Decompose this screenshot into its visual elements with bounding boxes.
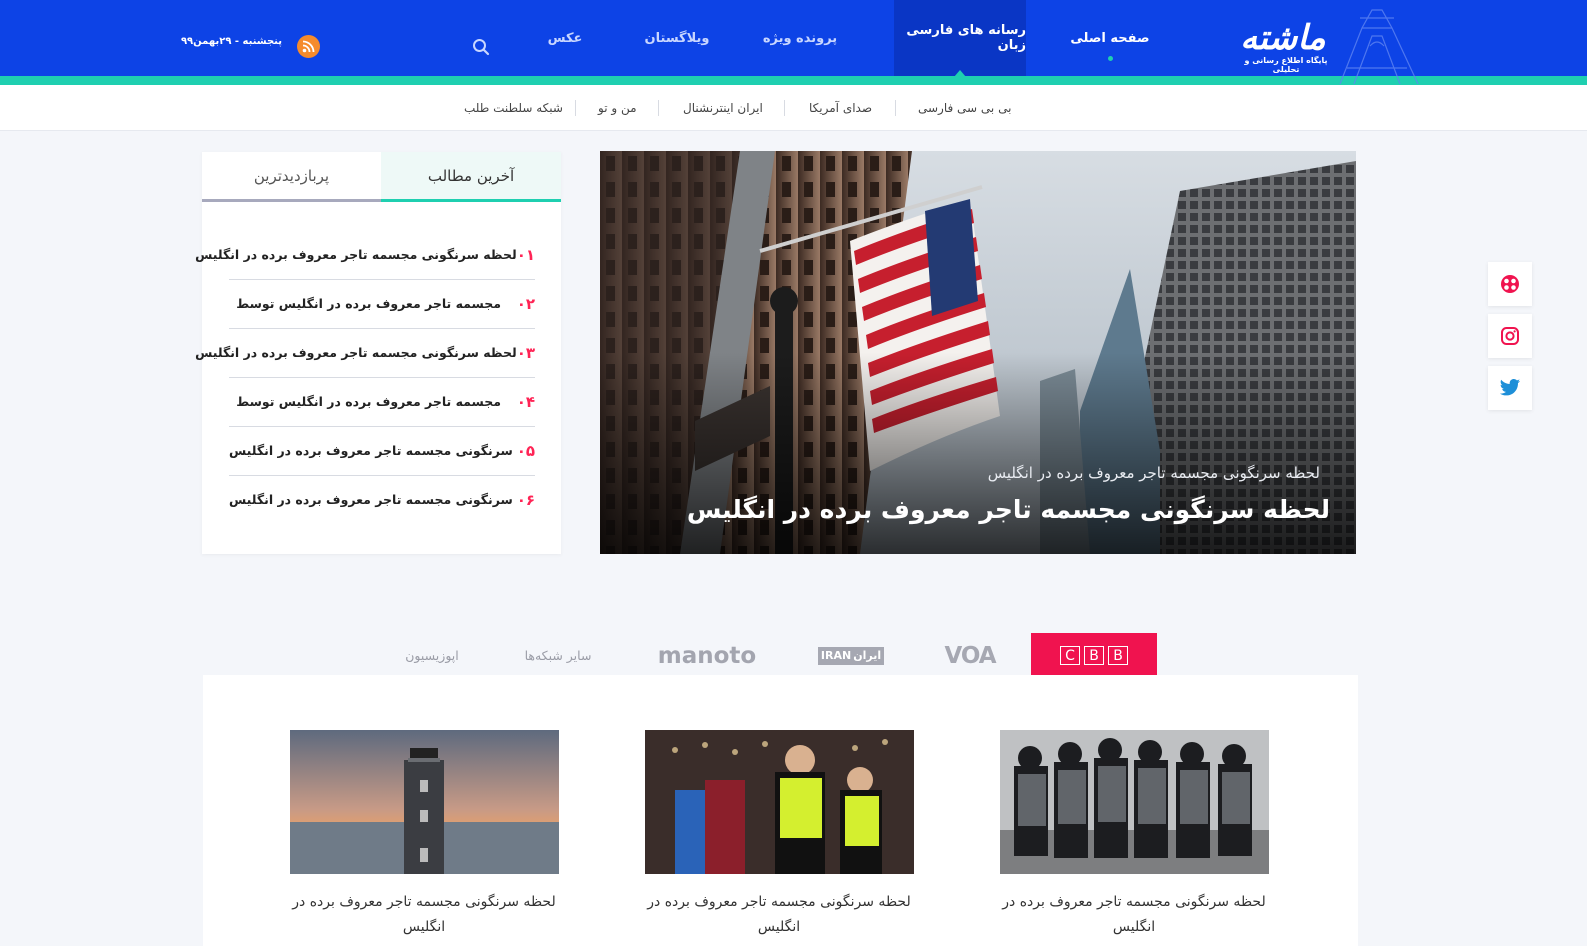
nav-photo-label: عکس xyxy=(547,30,583,46)
iran-international-logo-en: IRAN xyxy=(820,649,852,662)
list-item[interactable]: ۰۱ لحظه سرنگونی مجسمه تاجر معروف برده در… xyxy=(195,230,535,279)
current-date: پنجشنبه - ۲۹بهمن۹۹ xyxy=(180,36,282,47)
active-indicator-dot xyxy=(1108,56,1113,61)
item-number: ۰۲ xyxy=(516,294,535,313)
secondary-navigation-bar xyxy=(0,85,1587,131)
subnav-divider xyxy=(658,100,659,116)
item-number: ۰۱ xyxy=(516,245,535,264)
nav-weblogestan-label: ویلاگستان xyxy=(644,30,710,46)
voa-logo: VOA xyxy=(944,642,996,669)
list-item[interactable]: ۰۶ سرنگونی مجسمه تاجر معروف برده در انگل… xyxy=(229,475,535,524)
card-title[interactable]: لحظه سرنگونی مجسمه تاجر معروف برده در ان… xyxy=(634,890,924,940)
list-divider xyxy=(229,377,535,378)
card-title[interactable]: لحظه سرنگونی مجسمه تاجر معروف برده در ان… xyxy=(989,890,1279,940)
manoto-logo: manoto xyxy=(657,642,757,669)
item-title: لحظه سرنگونی مجسمه تاجر معروف برده در ان… xyxy=(195,247,517,262)
bbc-logo-letter: B xyxy=(1108,646,1128,665)
list-item[interactable]: ۰۴ مجسمه تاجر معروف برده در انگلیس توسط xyxy=(229,377,535,426)
item-number: ۰۳ xyxy=(516,343,535,362)
list-item[interactable]: ۰۲ مجسمه تاجر معروف برده در انگلیس توسط xyxy=(229,279,535,328)
channel-tab-iran-international[interactable]: ایران IRAN xyxy=(816,633,886,678)
nav-special-file-label: پرونده ویژه xyxy=(762,30,838,46)
list-divider xyxy=(229,426,535,427)
bbc-logo-letter: B xyxy=(1084,646,1104,665)
item-title: لحظه سرنگونی مجسمه تاجر معروف برده در ان… xyxy=(195,345,517,360)
nav-home-label: صفحه اصلی xyxy=(1070,30,1150,46)
iran-international-logo: ایران IRAN xyxy=(817,646,885,665)
subnav-manoto[interactable]: من و تو xyxy=(598,85,637,131)
subnav-voa[interactable]: صدای آمریکا xyxy=(809,85,872,131)
rss-icon[interactable] xyxy=(297,35,320,58)
subnav-divider xyxy=(784,100,785,116)
nav-photo[interactable]: عکس xyxy=(535,0,595,76)
list-divider xyxy=(229,328,535,329)
logo-tagline: پایگاه اطلاع رسانی و تحلیلی xyxy=(1244,56,1328,74)
hero-title: لحظه سرنگونی مجسمه تاجر معروف برده در ان… xyxy=(686,495,1330,524)
card-title[interactable]: لحظه سرنگونی مجسمه تاجر معروف برده در ان… xyxy=(279,890,569,940)
tab-most-viewed[interactable]: پربازدیدترین xyxy=(202,152,381,202)
list-item[interactable]: ۰۵ سرنگونی مجسمه تاجر معروف برده در انگل… xyxy=(229,426,535,475)
aparat-icon[interactable] xyxy=(1488,262,1532,306)
card-image-lighthouse[interactable] xyxy=(290,730,559,874)
iran-international-logo-fa: ایران xyxy=(853,649,882,662)
channel-tab-manoto[interactable]: manoto xyxy=(655,633,759,678)
hero-article[interactable]: لحظه سرنگونی مجسمه تاجر معروف برده در ان… xyxy=(600,151,1356,554)
nav-home[interactable]: صفحه اصلی xyxy=(1064,0,1156,76)
instagram-icon[interactable] xyxy=(1488,314,1532,358)
item-number: ۰۵ xyxy=(516,441,535,460)
card-image-riot-police[interactable] xyxy=(1000,730,1269,874)
card-image-police-officers[interactable] xyxy=(645,730,914,874)
logo-wordmark: ماشته xyxy=(1240,18,1326,58)
item-number: ۰۴ xyxy=(516,392,535,411)
item-number: ۰۶ xyxy=(516,490,535,509)
channel-tab-others[interactable]: سایر شبکه‌ها xyxy=(515,633,601,678)
item-title: سرنگونی مجسمه تاجر معروف برده در انگلیس xyxy=(229,492,513,507)
subnav-divider xyxy=(895,100,896,116)
nav-weblogestan[interactable]: ویلاگستان xyxy=(635,0,719,76)
latest-popular-panel: آخرین مطالب پربازدیدترین ۰۱ لحظه سرنگونی… xyxy=(195,152,561,554)
twitter-icon[interactable] xyxy=(1488,366,1532,410)
nav-caret-icon xyxy=(954,70,966,77)
bbc-logo-letter: C xyxy=(1060,646,1080,665)
subnav-monarchist-network[interactable]: شبکه سلطنت طلب xyxy=(464,85,563,131)
item-title: مجسمه تاجر معروف برده در انگلیس توسط xyxy=(236,296,501,311)
tab-latest[interactable]: آخرین مطالب xyxy=(381,152,561,202)
subnav-iran-international[interactable]: ایران اینترنشنال xyxy=(683,85,763,131)
list-item[interactable]: ۰۳ لحظه سرنگونی مجسمه تاجر معروف برده در… xyxy=(195,328,535,377)
list-divider xyxy=(229,279,535,280)
nav-special-file[interactable]: پرونده ویژه xyxy=(755,0,845,76)
nav-persian-media[interactable]: رسانه های فارسی زبان xyxy=(894,0,1026,77)
subnav-bbc-persian[interactable]: بی بی سی فارسی xyxy=(918,85,1011,131)
channel-tab-opposition[interactable]: اپوزیسیون xyxy=(395,633,469,678)
list-divider xyxy=(229,475,535,476)
hero-image xyxy=(600,151,1356,554)
channel-tab-voa[interactable]: VOA xyxy=(938,633,1002,678)
site-logo[interactable]: ماشته پایگاه اطلاع رسانی و تحلیلی xyxy=(1222,8,1422,84)
item-title: مجسمه تاجر معروف برده در انگلیس توسط xyxy=(236,394,501,409)
item-title: سرنگونی مجسمه تاجر معروف برده در انگلیس xyxy=(229,443,513,458)
hero-kicker: لحظه سرنگونی مجسمه تاجر معروف برده در ان… xyxy=(987,464,1320,482)
subnav-divider xyxy=(575,100,576,116)
nav-persian-media-label: رسانه های فارسی زبان xyxy=(906,23,1026,53)
search-icon[interactable] xyxy=(471,37,491,57)
channel-tab-bbc[interactable]: B B C xyxy=(1031,633,1157,678)
